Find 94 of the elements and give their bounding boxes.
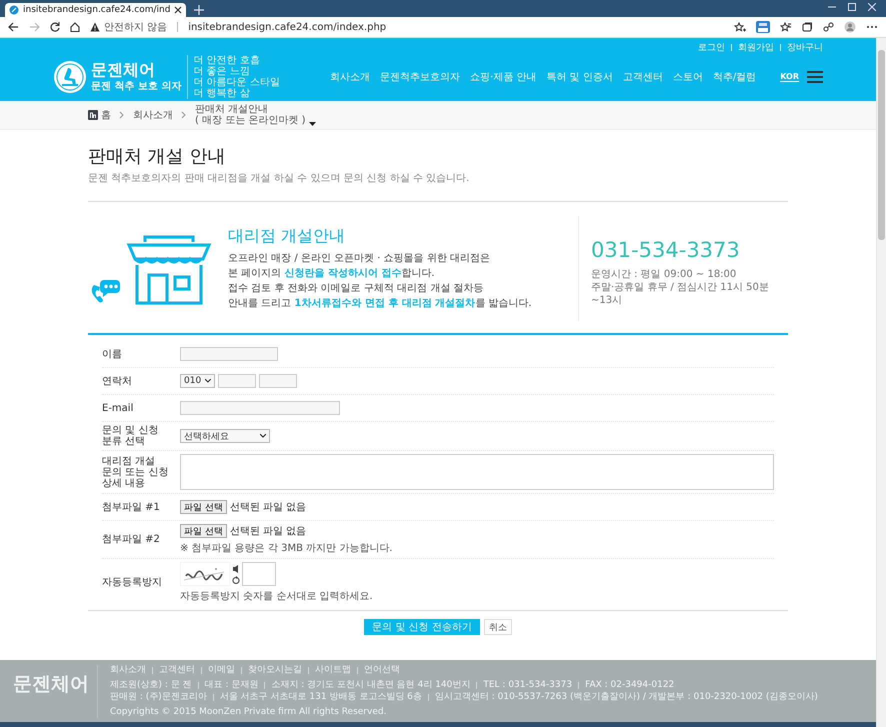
warning-icon — [90, 22, 100, 32]
tagline: 더 좋은 느낌 — [193, 66, 251, 77]
favorite-add-icon[interactable] — [734, 22, 746, 32]
company-info: 소재지 : 경기도 포천시 내촌면 음현 4리 140번지 — [271, 680, 470, 691]
footer-link[interactable]: 이메일 — [208, 665, 235, 676]
company-info: 판매원 : (주)문젠코리아 — [110, 692, 207, 703]
footer-link[interactable]: 찾아오시는길 — [248, 665, 302, 676]
company-info: 임시고객센터 : 010-5537-7263 (백운기출잘이사) / 개발본부 : 010-2320-1002 (김종오이사) — [434, 692, 818, 703]
phone-input[interactable] — [218, 374, 256, 388]
chevron-icon — [119, 111, 125, 119]
area-code-select[interactable]: 010 — [180, 374, 215, 388]
menu-item[interactable]: 척추/컬럼 — [712, 70, 756, 84]
favorites-icon[interactable] — [780, 22, 792, 32]
chevron-icon — [181, 111, 187, 119]
company-info: TEL : 031-534-3373 — [483, 680, 572, 691]
info-heading: 대리점 개설안내 — [228, 226, 346, 247]
phone-number: 031-534-3373 — [591, 238, 741, 262]
tagline: 더 행복한 삶 — [193, 88, 251, 99]
field-label: 대리점 개설 문의 또는 신청 상세 내용 — [102, 456, 170, 488]
reload-icon[interactable] — [50, 22, 60, 32]
menu-item[interactable]: 문젠척추보호의자 — [380, 70, 460, 84]
field-label: 이름 — [102, 348, 123, 360]
more-icon[interactable] — [866, 25, 878, 29]
home-icon[interactable] — [70, 22, 80, 32]
field-label: 문의 및 신청 분류 선택 — [102, 425, 160, 447]
top-link[interactable]: 회원가입 — [738, 40, 774, 54]
refresh-icon[interactable] — [232, 576, 240, 584]
copyright: Copyrights © 2015 MoonZen Private firm All rights Reserved. — [110, 707, 388, 718]
help-note: 자동등록방지 숫자를 순서대로 입력하세요. — [180, 590, 374, 603]
top-link[interactable]: 장바구니 — [787, 40, 823, 54]
menu-item[interactable]: 스토어 — [672, 70, 703, 84]
business-hours: 주말·공휴일 휴무 / 점심시간 11시 50분~13시 — [591, 281, 770, 307]
menu-item[interactable]: 특허 및 인증서 — [546, 70, 613, 84]
top-link[interactable]: 로그인 — [698, 40, 725, 54]
menu-item[interactable]: 쇼핑·제품 안내 — [470, 70, 536, 84]
field-label: 첨부파일 #1 — [102, 502, 161, 512]
field-label: 첨부파일 #2 — [102, 534, 161, 545]
breadcrumb-dropdown[interactable]: 판매처 개설안내 ( 매장 또는 온라인마켓 ) — [195, 104, 316, 126]
footer-link[interactable]: 사이트맵 — [315, 665, 351, 676]
maximize-icon[interactable] — [848, 2, 856, 10]
footer-link[interactable]: 회사소개 — [110, 665, 146, 676]
profile-icon[interactable] — [844, 21, 856, 33]
caret-icon — [308, 122, 316, 126]
scrollbar-thumb[interactable] — [878, 50, 885, 240]
company-info: 서울 서초구 서초대로 131 방배동 로고스빌딩 6층 — [220, 692, 422, 703]
company-info: 대표 : 문재원 — [204, 680, 258, 691]
speaker-icon[interactable] — [232, 564, 239, 574]
info-text: 오프라인 매장 / 온라인 오픈마켓 · 쇼핑몰을 위한 대리점은 본 페이지의 신청란을 작성하시어 접수합니다. 접수 검토 후 전화와 이메일로 구체적 대리점 개설 절차등 안내를 드리고 1차서류접수와 면접 후 대리점 개설절차를 밟습니다. — [228, 252, 533, 311]
breadcrumb-link[interactable]: 홈 — [101, 108, 111, 122]
company-info: 제조원(상호) : 문 젠 — [110, 680, 192, 691]
help-note: ※ 첨부파일 용량은 각 3MB 까지만 가능합니다. — [180, 542, 394, 555]
phone-input[interactable] — [259, 374, 297, 388]
file-select-button[interactable]: 파일 선택 — [180, 524, 227, 538]
share-icon[interactable] — [823, 22, 834, 32]
captcha-input[interactable] — [242, 562, 276, 586]
caret-icon — [260, 434, 266, 438]
collections-icon[interactable] — [802, 22, 813, 32]
footer-link[interactable]: 고객센터 — [159, 665, 195, 676]
address-field[interactable]: insitebrandesign.cafe24.com/index.php — [188, 22, 386, 32]
browser-tab[interactable]: insitebrandesign.cafe24.com/ind — [5, 3, 186, 17]
close-icon[interactable] — [174, 6, 182, 14]
page-subtitle: 문젠 척추보호의자의 판매 대리점을 개설 하실 수 있으며 문의 신청 하실 수 있습니다. — [88, 172, 470, 185]
footer-brand: 문젠체어 — [13, 665, 98, 718]
submit-button[interactable]: 문의 및 신청 전송하기 — [364, 619, 480, 635]
caret-icon — [205, 379, 211, 383]
business-hours: 운영시간 : 평일 09:00 ~ 18:00 — [591, 268, 738, 281]
footer-link[interactable]: 언어선택 — [364, 665, 400, 676]
field-label: 자동등록방지 — [102, 577, 163, 588]
menu-item[interactable]: 고객센터 — [622, 70, 663, 84]
email-input[interactable] — [180, 401, 340, 415]
security-label[interactable]: 안전하지 않음 — [104, 20, 168, 34]
page-title: 판매처 개설 안내 — [88, 145, 226, 168]
tagline: 더 안전한 호흡 — [193, 55, 261, 66]
file-status: 선택된 파일 없음 — [230, 525, 306, 538]
file-select-button[interactable]: 파일 선택 — [180, 500, 227, 514]
breadcrumb-link[interactable]: 회사소개 — [133, 108, 173, 122]
company-info: FAX : 02-3494-0122 — [585, 680, 674, 691]
brand-name[interactable]: 문젠체어 — [91, 61, 182, 79]
site-favicon-icon — [9, 5, 19, 15]
home-icon — [88, 110, 98, 120]
file-status: 선택된 파일 없음 — [230, 501, 306, 514]
tagline: 더 아름다운 스타일 — [193, 77, 280, 88]
extension-icon[interactable] — [756, 21, 770, 33]
menu-icon[interactable] — [807, 71, 823, 83]
back-icon[interactable] — [8, 22, 19, 32]
name-input[interactable] — [180, 347, 278, 361]
brand-subtitle: 문젠 척추 보호 의자 — [91, 80, 182, 93]
language-button[interactable]: KOR — [780, 72, 799, 82]
category-select[interactable]: 선택하세요 — [180, 429, 270, 443]
cancel-button[interactable]: 취소 — [484, 619, 512, 635]
field-label: 연락처 — [102, 376, 133, 386]
field-label: E-mail — [102, 402, 134, 414]
new-tab-icon[interactable] — [194, 5, 204, 15]
menu-item[interactable]: 회사소개 — [330, 70, 370, 84]
